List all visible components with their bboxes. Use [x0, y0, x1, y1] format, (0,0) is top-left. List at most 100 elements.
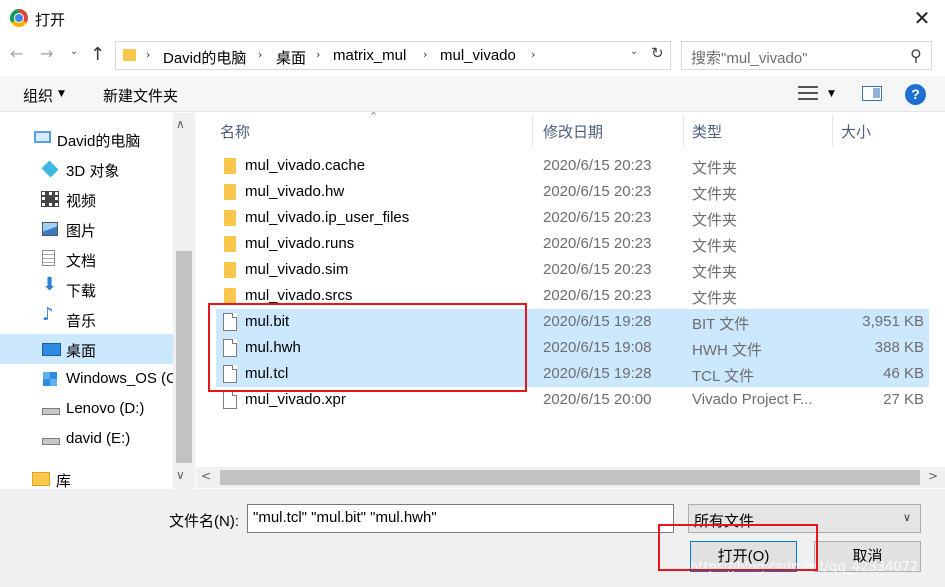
column-header-modified[interactable]: 修改日期: [543, 121, 603, 142]
address-dropdown-chevron-icon[interactable]: ⌄: [630, 46, 638, 57]
sidebar-item-windows-os[interactable]: Windows_OS (C: [0, 364, 177, 394]
sidebar-item-desktop[interactable]: 桌面: [0, 334, 173, 364]
search-input[interactable]: 搜索"mul_vivado" ⚲: [681, 41, 932, 70]
column-divider[interactable]: [832, 115, 833, 147]
file-date: 2020/6/15 20:23: [543, 183, 652, 200]
filename-label: 文件名(N):: [169, 513, 239, 530]
address-bar[interactable]: › David的电脑 › 桌面 › matrix_mul › mul_vivad…: [115, 41, 671, 70]
column-header-type[interactable]: 类型: [692, 121, 722, 142]
sidebar-item-videos[interactable]: 视频: [0, 184, 173, 214]
sidebar-item-music[interactable]: ♪ 音乐: [0, 304, 173, 334]
title-bar: 打开 ✕: [0, 0, 945, 36]
file-type: BIT 文件: [692, 316, 750, 333]
file-name: mul_vivado.xpr: [245, 391, 346, 408]
preview-pane-icon[interactable]: [862, 86, 882, 101]
file-size: 27 KB: [883, 391, 924, 408]
list-item-folder[interactable]: mul_vivado.cache 2020/6/15 20:23 文件夹: [216, 153, 929, 179]
breadcrumb-computer[interactable]: David的电脑: [163, 47, 246, 68]
file-name: mul_vivado.runs: [245, 235, 355, 252]
file-size: 3,951 KB: [862, 313, 924, 330]
annotation-box-selected-files: [208, 303, 527, 392]
refresh-icon[interactable]: ↻: [651, 44, 664, 62]
file-icon: [223, 391, 237, 409]
breadcrumb-separator-icon[interactable]: ›: [316, 48, 320, 61]
file-size: 388 KB: [874, 339, 924, 356]
sidebar-item-label: 视频: [66, 193, 97, 210]
video-icon: [41, 191, 59, 207]
file-type: 文件夹: [692, 160, 738, 177]
sidebar-item-libraries[interactable]: 库: [0, 464, 173, 489]
list-item-folder[interactable]: mul_vivado.sim 2020/6/15 20:23 文件夹: [216, 257, 929, 283]
caret-down-icon[interactable]: ▼: [828, 89, 835, 99]
breadcrumb-separator-icon[interactable]: ›: [423, 48, 427, 61]
window-title: 打开: [35, 12, 66, 29]
sidebar-item-label: David的电脑: [57, 133, 141, 150]
navigation-pane: David的电脑 3D 对象 视频 图片 文档 ⬇ 下载 ♪ 音乐 桌面 Win…: [0, 113, 195, 489]
forward-arrow-icon[interactable]: →: [40, 44, 53, 63]
column-divider[interactable]: [532, 115, 533, 147]
file-type: Vivado Project F...: [692, 391, 813, 408]
sidebar-item-label: 桌面: [66, 343, 97, 360]
column-header-name[interactable]: 名称: [220, 121, 250, 142]
desktop-icon: [42, 343, 61, 356]
file-date: 2020/6/15 20:23: [543, 287, 652, 304]
sidebar-item-computer[interactable]: David的电脑: [0, 124, 173, 154]
sidebar-item-label: 3D 对象: [66, 163, 120, 180]
file-date: 2020/6/15 19:28: [543, 313, 652, 330]
sidebar-scrollbar[interactable]: ∧ ∨: [173, 113, 195, 489]
scroll-up-icon[interactable]: ∧: [176, 117, 185, 131]
file-list: ⌃ 名称 修改日期 类型 大小 mul_vivado.cache 2020/6/…: [196, 110, 945, 489]
search-icon[interactable]: ⚲: [910, 46, 922, 65]
list-item-folder[interactable]: mul_vivado.hw 2020/6/15 20:23 文件夹: [216, 179, 929, 205]
new-folder-button[interactable]: 新建文件夹: [103, 85, 178, 106]
list-item-folder[interactable]: mul_vivado.ip_user_files 2020/6/15 20:23…: [216, 205, 929, 231]
breadcrumb-separator-icon[interactable]: ›: [258, 48, 262, 61]
chevron-down-icon[interactable]: ∨: [903, 511, 911, 524]
help-icon[interactable]: ?: [905, 84, 926, 105]
computer-icon: [34, 131, 51, 143]
drive-icon: [42, 438, 60, 445]
scrollbar-thumb[interactable]: [220, 470, 920, 485]
sidebar-item-downloads[interactable]: ⬇ 下载: [0, 274, 173, 304]
up-arrow-icon[interactable]: ↑: [90, 44, 105, 65]
sidebar-item-pictures[interactable]: 图片: [0, 214, 173, 244]
back-arrow-icon[interactable]: ←: [10, 44, 23, 63]
scroll-left-icon[interactable]: <: [201, 469, 211, 483]
sidebar-item-documents[interactable]: 文档: [0, 244, 173, 274]
column-header-size[interactable]: 大小: [841, 121, 871, 142]
filename-input[interactable]: "mul.tcl" "mul.bit" "mul.hwh": [247, 504, 674, 533]
breadcrumb-separator-icon[interactable]: ›: [531, 48, 535, 61]
scroll-down-icon[interactable]: ∨: [176, 468, 185, 482]
sidebar-item-3d-objects[interactable]: 3D 对象: [0, 154, 173, 184]
file-date: 2020/6/15 19:08: [543, 339, 652, 356]
breadcrumb-mul-vivado[interactable]: mul_vivado: [440, 47, 516, 64]
folder-icon: [224, 288, 236, 304]
sidebar-item-label: david (E:): [66, 430, 131, 447]
sidebar-item-label: Lenovo (D:): [66, 400, 145, 417]
3d-objects-icon: [41, 160, 59, 178]
file-name: mul_vivado.cache: [245, 157, 366, 174]
file-type: TCL 文件: [692, 368, 754, 385]
file-date: 2020/6/15 20:00: [543, 391, 652, 408]
caret-down-icon[interactable]: ▼: [58, 89, 65, 99]
scroll-right-icon[interactable]: >: [928, 469, 938, 483]
recent-locations-chevron-icon[interactable]: ⌄: [70, 46, 78, 57]
list-item-folder[interactable]: mul_vivado.runs 2020/6/15 20:23 文件夹: [216, 231, 929, 257]
breadcrumb-separator-icon[interactable]: ›: [146, 48, 150, 61]
sidebar-item-label: 图片: [66, 223, 97, 240]
windows-drive-icon: [42, 371, 58, 387]
file-type: 文件夹: [692, 264, 738, 281]
file-name: mul_vivado.hw: [245, 183, 345, 200]
horizontal-scrollbar[interactable]: < >: [196, 467, 945, 488]
sidebar-item-lenovo-d[interactable]: Lenovo (D:): [0, 394, 173, 424]
breadcrumb-matrix-mul[interactable]: matrix_mul: [333, 47, 406, 64]
scrollbar-thumb[interactable]: [176, 251, 192, 463]
sidebar-item-david-e[interactable]: david (E:): [0, 424, 173, 454]
drive-icon: [42, 408, 60, 415]
organize-button[interactable]: 组织: [23, 85, 53, 106]
column-divider[interactable]: [683, 115, 684, 147]
breadcrumb-desktop[interactable]: 桌面: [276, 47, 306, 68]
file-type: 文件夹: [692, 212, 738, 229]
view-details-icon[interactable]: [798, 86, 818, 100]
close-button[interactable]: ✕: [905, 4, 939, 32]
